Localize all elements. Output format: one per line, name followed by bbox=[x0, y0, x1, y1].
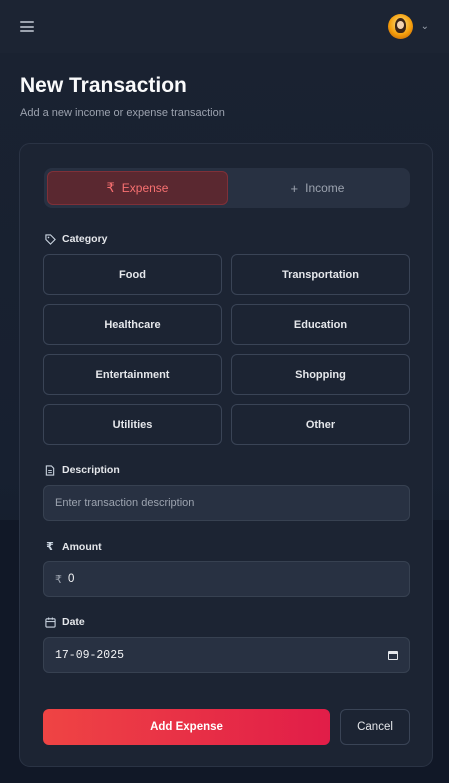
description-label-row: Description bbox=[44, 464, 120, 476]
calendar-picker-icon[interactable] bbox=[388, 650, 398, 660]
hamburger-menu-icon[interactable] bbox=[20, 21, 34, 32]
document-icon bbox=[44, 464, 56, 476]
amount-input[interactable]: ₹ 0 bbox=[43, 561, 410, 597]
category-label: Category bbox=[62, 233, 108, 245]
category-utilities-button[interactable]: Utilities bbox=[43, 404, 222, 445]
category-label-row: Category bbox=[44, 233, 108, 245]
transaction-form-card: ₹ Expense + Income Category Food Transpo… bbox=[19, 143, 433, 767]
category-shopping-button[interactable]: Shopping bbox=[231, 354, 410, 395]
description-placeholder: Enter transaction description bbox=[55, 497, 195, 509]
category-other-button[interactable]: Other bbox=[231, 404, 410, 445]
add-expense-button[interactable]: Add Expense bbox=[43, 709, 330, 745]
category-food-button[interactable]: Food bbox=[43, 254, 222, 295]
rupee-icon: ₹ bbox=[106, 180, 115, 195]
income-toggle-label: Income bbox=[305, 181, 345, 195]
profile-menu[interactable]: ⌄ bbox=[387, 14, 429, 39]
expense-toggle-button[interactable]: ₹ Expense bbox=[47, 171, 228, 205]
date-label: Date bbox=[62, 616, 85, 628]
category-grid: Food Transportation Healthcare Education… bbox=[43, 254, 410, 445]
category-transportation-button[interactable]: Transportation bbox=[231, 254, 410, 295]
amount-label-row: ₹ Amount bbox=[44, 540, 102, 554]
expense-toggle-label: Expense bbox=[121, 181, 169, 195]
date-value: 17-09-2025 bbox=[55, 648, 125, 662]
cancel-button[interactable]: Cancel bbox=[340, 709, 410, 745]
category-entertainment-button[interactable]: Entertainment bbox=[43, 354, 222, 395]
date-input[interactable]: 17-09-2025 bbox=[43, 637, 410, 673]
chevron-down-icon: ⌄ bbox=[420, 21, 429, 32]
page: ⌄ New Transaction Add a new income or ex… bbox=[0, 0, 449, 783]
amount-label: Amount bbox=[62, 540, 102, 553]
income-toggle-button[interactable]: + Income bbox=[228, 171, 407, 205]
category-healthcare-button[interactable]: Healthcare bbox=[43, 304, 222, 345]
description-input[interactable]: Enter transaction description bbox=[43, 485, 410, 521]
page-title: New Transaction bbox=[20, 74, 187, 97]
amount-currency-prefix: ₹ bbox=[55, 573, 62, 586]
tag-icon bbox=[44, 233, 56, 245]
amount-value: 0 bbox=[68, 573, 75, 585]
calendar-icon bbox=[44, 616, 56, 628]
transaction-type-toggle: ₹ Expense + Income bbox=[44, 168, 410, 208]
description-label: Description bbox=[62, 464, 120, 476]
date-label-row: Date bbox=[44, 616, 85, 628]
rupee-icon: ₹ bbox=[46, 541, 54, 553]
plus-icon: + bbox=[290, 180, 299, 196]
top-bar: ⌄ bbox=[0, 0, 449, 53]
avatar[interactable] bbox=[387, 14, 413, 39]
page-subtitle: Add a new income or expense transaction bbox=[20, 107, 225, 119]
category-education-button[interactable]: Education bbox=[231, 304, 410, 345]
